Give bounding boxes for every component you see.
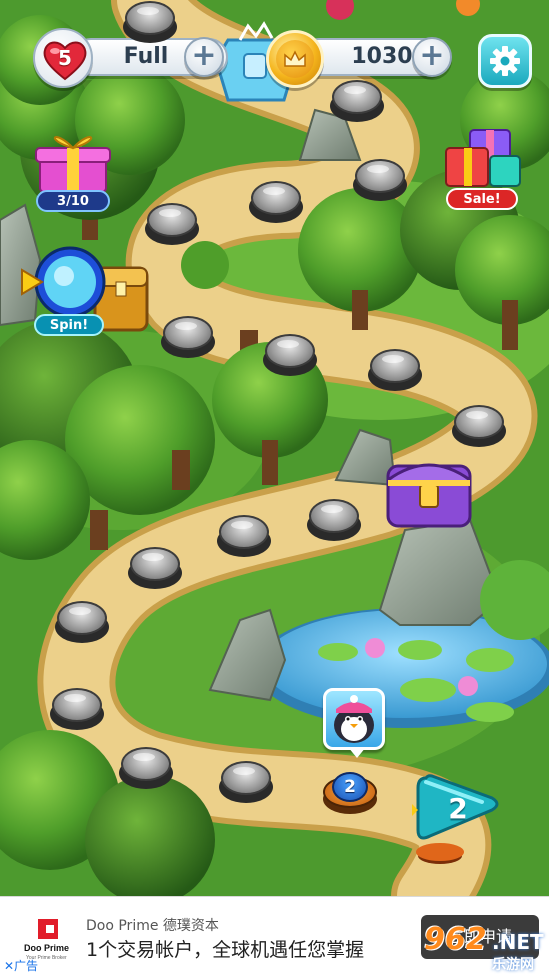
sale-button[interactable]: Sale! xyxy=(440,126,524,212)
level-node-locked[interactable] xyxy=(161,314,215,360)
level-node-locked[interactable] xyxy=(50,686,104,732)
watermark-subtitle: 乐游网 xyxy=(492,957,534,973)
gift-box-icon xyxy=(445,129,521,187)
play-level-number: 2 xyxy=(448,792,468,825)
svg-text:Doo Prime: Doo Prime xyxy=(24,943,69,953)
level-node-locked[interactable] xyxy=(249,179,303,225)
level-node-locked[interactable] xyxy=(128,545,182,591)
gift-rewards-button[interactable]: 3/10 xyxy=(34,130,114,214)
spin-wheel-icon xyxy=(21,246,106,318)
level-node-locked[interactable] xyxy=(217,513,271,559)
penguin-avatar-icon xyxy=(334,695,374,743)
settings-button[interactable] xyxy=(478,34,532,88)
gift-box-icon xyxy=(35,136,111,193)
watermark-number: 962 xyxy=(424,922,487,957)
site-watermark: 962 .NET 乐游网 xyxy=(420,918,548,974)
level-node-locked[interactable] xyxy=(307,497,361,543)
level-node-locked[interactable] xyxy=(368,347,422,393)
coin-crown-icon xyxy=(266,30,324,88)
avatar-pointer xyxy=(348,747,366,758)
play-level-button[interactable]: 2 xyxy=(410,770,508,866)
level-node-locked[interactable] xyxy=(452,403,506,449)
level-node-locked[interactable] xyxy=(353,157,407,203)
current-level-number: 2 xyxy=(344,777,356,797)
add-coins-button[interactable]: + xyxy=(412,37,452,77)
doo-prime-logo: Doo Prime Your Prime Broker xyxy=(24,919,69,961)
spin-wheel-button[interactable]: Spin! xyxy=(20,244,110,336)
level-node-locked[interactable] xyxy=(263,332,317,378)
add-lives-button[interactable]: + xyxy=(184,37,224,77)
gift-progress: 3/10 xyxy=(36,190,110,212)
level-node-locked[interactable] xyxy=(123,0,177,45)
plus-icon: + xyxy=(419,37,445,73)
player-avatar xyxy=(323,688,385,758)
lives-heart: 5 xyxy=(33,28,93,88)
ad-close-button[interactable]: ✕广告 xyxy=(4,957,38,974)
plus-icon: + xyxy=(191,37,217,73)
level-node-locked[interactable] xyxy=(55,599,109,645)
level-node-locked[interactable] xyxy=(219,759,273,805)
spin-label: Spin! xyxy=(34,314,104,336)
watermark-net: .NET xyxy=(492,930,544,954)
gear-icon xyxy=(490,46,520,76)
lives-count: 5 xyxy=(58,46,72,70)
sale-label: Sale! xyxy=(446,188,518,210)
treasure-chest-icon xyxy=(386,463,472,528)
level-node-locked[interactable] xyxy=(330,78,384,124)
level-node-locked[interactable] xyxy=(145,201,199,247)
lives-status: Full xyxy=(123,44,169,69)
level-node-locked[interactable] xyxy=(119,745,173,791)
crown-icon xyxy=(284,50,306,67)
current-level-node[interactable]: 2 xyxy=(323,770,377,816)
ad-headline: 1个交易帐户，全球机遇任您掌握 xyxy=(86,939,365,961)
game-screen: Full 5 + 1030 + 3/10 Sale! Spin! 2 2 Doo… xyxy=(0,0,549,976)
ad-brand-name: Doo Prime 德璞资本 xyxy=(86,918,219,934)
